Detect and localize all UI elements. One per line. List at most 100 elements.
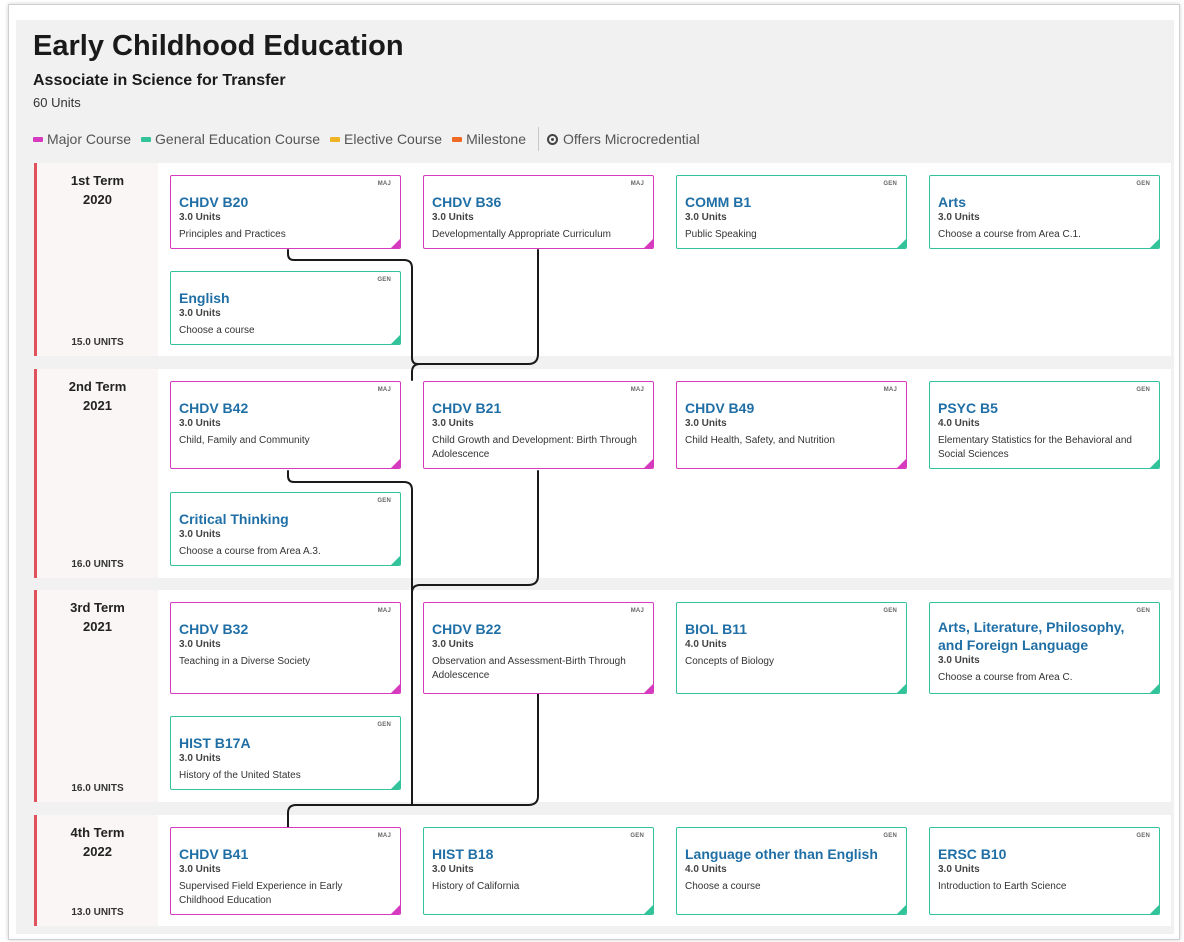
corner-marker-icon bbox=[390, 238, 400, 248]
course-units: 3.0 Units bbox=[685, 212, 727, 223]
course-type-tag: GEN bbox=[883, 181, 897, 187]
course-code: CHDV B41 bbox=[179, 846, 249, 862]
course-type-tag: GEN bbox=[377, 722, 391, 728]
term-year: 2022 bbox=[83, 844, 112, 859]
course-card-psyc-b5[interactable]: GEN PSYC B5 4.0 Units Elementary Statist… bbox=[929, 381, 1160, 469]
program-subtitle: Associate in Science for Transfer bbox=[33, 72, 286, 89]
course-type-tag: MAJ bbox=[630, 608, 644, 614]
term-units: 16.0 UNITS bbox=[71, 783, 124, 794]
course-card-critical-thinking[interactable]: GEN Critical Thinking 3.0 Units Choose a… bbox=[170, 492, 401, 566]
course-code: CHDV B42 bbox=[179, 400, 249, 416]
course-units: 3.0 Units bbox=[432, 212, 474, 223]
milestone-swatch-icon bbox=[452, 136, 463, 142]
course-type-tag: GEN bbox=[1136, 833, 1150, 839]
course-description: History of California bbox=[432, 881, 520, 892]
course-type-tag: GEN bbox=[1136, 608, 1150, 614]
course-card-comm-b1[interactable]: GEN COMM B1 3.0 Units Public Speaking bbox=[676, 175, 907, 249]
corner-marker-icon bbox=[896, 904, 906, 914]
legend-major-label: Major Course bbox=[47, 131, 132, 147]
corner-marker-icon bbox=[1149, 904, 1159, 914]
course-card-chdv-b21[interactable]: MAJ CHDV B21 3.0 Units Child Growth and … bbox=[423, 381, 654, 469]
course-code: Critical Thinking bbox=[179, 511, 289, 527]
corner-marker-icon bbox=[1149, 458, 1159, 468]
course-card-chdv-b49[interactable]: MAJ CHDV B49 3.0 Units Child Health, Saf… bbox=[676, 381, 907, 469]
course-type-tag: GEN bbox=[883, 608, 897, 614]
course-type-tag: MAJ bbox=[883, 387, 897, 393]
term-1: 1st Term 2020 15.0 UNITS MAJ CHDV B20 3.… bbox=[34, 163, 1171, 356]
corner-marker-icon bbox=[896, 458, 906, 468]
course-description: Elementary Statistics for the Behavioral… bbox=[938, 435, 1132, 460]
legend-general-education[interactable]: General Education Course bbox=[141, 131, 320, 147]
course-units: 3.0 Units bbox=[179, 212, 221, 223]
course-description: Choose a course from Area C. bbox=[938, 672, 1073, 683]
course-type-tag: GEN bbox=[377, 277, 391, 283]
corner-marker-icon bbox=[896, 238, 906, 248]
course-card-chdv-b32[interactable]: MAJ CHDV B32 3.0 Units Teaching in a Div… bbox=[170, 602, 401, 694]
term-name-text: 3rd Term bbox=[70, 600, 125, 615]
course-card-ersc-b10[interactable]: GEN ERSC B10 3.0 Units Introduction to E… bbox=[929, 827, 1160, 915]
course-type-tag: GEN bbox=[1136, 181, 1150, 187]
course-type-tag: GEN bbox=[630, 833, 644, 839]
term-name: 1st Term 2020 bbox=[37, 171, 158, 209]
course-description: Choose a course bbox=[179, 325, 255, 336]
legend-milestone-label: Milestone bbox=[466, 131, 526, 147]
corner-marker-icon bbox=[643, 458, 653, 468]
course-type-tag: MAJ bbox=[630, 181, 644, 187]
course-card-chdv-b20[interactable]: MAJ CHDV B20 3.0 Units Principles and Pr… bbox=[170, 175, 401, 249]
term-units: 16.0 UNITS bbox=[71, 559, 124, 570]
microcredential-icon bbox=[547, 133, 558, 145]
elective-swatch-icon bbox=[330, 136, 341, 142]
course-card-arts-literature-philosophy[interactable]: GEN Arts, Literature, Philosophy, and Fo… bbox=[929, 602, 1160, 694]
course-type-tag: MAJ bbox=[377, 833, 391, 839]
course-code: CHDV B36 bbox=[432, 194, 502, 210]
term-courses: MAJ CHDV B42 3.0 Units Child, Family and… bbox=[158, 369, 1171, 578]
course-units: 4.0 Units bbox=[685, 639, 727, 650]
term-label: 2nd Term 2021 16.0 UNITS bbox=[34, 369, 158, 578]
course-code: HIST B17A bbox=[179, 735, 251, 751]
term-3: 3rd Term 2021 16.0 UNITS MAJ CHDV B32 3.… bbox=[34, 590, 1171, 802]
legend-elective[interactable]: Elective Course bbox=[330, 131, 442, 147]
corner-marker-icon bbox=[390, 683, 400, 693]
legend-elective-label: Elective Course bbox=[344, 131, 443, 147]
course-card-chdv-b42[interactable]: MAJ CHDV B42 3.0 Units Child, Family and… bbox=[170, 381, 401, 469]
term-units: 15.0 UNITS bbox=[71, 337, 124, 348]
course-units: 3.0 Units bbox=[432, 639, 474, 650]
term-name-text: 1st Term bbox=[70, 173, 125, 188]
legend-major[interactable]: Major Course bbox=[33, 131, 131, 147]
course-description: Choose a course bbox=[685, 881, 761, 892]
course-description: Teaching in a Diverse Society bbox=[179, 656, 311, 667]
course-card-english[interactable]: GEN English 3.0 Units Choose a course bbox=[170, 271, 401, 345]
term-courses: MAJ CHDV B20 3.0 Units Principles and Pr… bbox=[158, 163, 1171, 356]
course-code: Language other than English bbox=[685, 846, 878, 862]
corner-marker-icon bbox=[390, 555, 400, 565]
course-card-chdv-b36[interactable]: MAJ CHDV B36 3.0 Units Developmentally A… bbox=[423, 175, 654, 249]
course-card-hist-b17a[interactable]: GEN HIST B17A 3.0 Units History of the U… bbox=[170, 716, 401, 790]
legend-microcredential[interactable]: Offers Microcredential bbox=[547, 131, 700, 147]
course-code: Arts, Literature, Philosophy, and Foreig… bbox=[938, 619, 1125, 653]
term-name: 2nd Term 2021 bbox=[37, 377, 158, 415]
course-code: ERSC B10 bbox=[938, 846, 1007, 862]
course-units: 3.0 Units bbox=[938, 655, 980, 666]
term-year: 2021 bbox=[83, 398, 112, 413]
course-code: CHDV B20 bbox=[179, 194, 249, 210]
course-card-language-other-than-english[interactable]: GEN Language other than English 4.0 Unit… bbox=[676, 827, 907, 915]
course-description: Child, Family and Community bbox=[179, 435, 310, 446]
legend-milestone[interactable]: Milestone bbox=[452, 131, 526, 147]
corner-marker-icon bbox=[1149, 238, 1159, 248]
course-code: CHDV B32 bbox=[179, 621, 249, 637]
corner-marker-icon bbox=[643, 904, 653, 914]
course-type-tag: MAJ bbox=[377, 181, 391, 187]
course-units: 3.0 Units bbox=[938, 212, 980, 223]
legend-divider bbox=[538, 127, 539, 151]
course-card-biol-b11[interactable]: GEN BIOL B11 4.0 Units Concepts of Biolo… bbox=[676, 602, 907, 694]
term-courses: MAJ CHDV B41 3.0 Units Supervised Field … bbox=[158, 815, 1171, 926]
course-card-arts[interactable]: GEN Arts 3.0 Units Choose a course from … bbox=[929, 175, 1160, 249]
term-2: 2nd Term 2021 16.0 UNITS MAJ CHDV B42 3.… bbox=[34, 369, 1171, 578]
course-card-hist-b18[interactable]: GEN HIST B18 3.0 Units History of Califo… bbox=[423, 827, 654, 915]
course-card-chdv-b41[interactable]: MAJ CHDV B41 3.0 Units Supervised Field … bbox=[170, 827, 401, 915]
term-name-text: 4th Term bbox=[70, 825, 125, 840]
course-card-chdv-b22[interactable]: MAJ CHDV B22 3.0 Units Observation and A… bbox=[423, 602, 654, 694]
course-code: PSYC B5 bbox=[938, 400, 998, 416]
general-education-swatch-icon bbox=[141, 136, 152, 142]
term-4: 4th Term 2022 13.0 UNITS MAJ CHDV B41 3.… bbox=[34, 815, 1171, 926]
